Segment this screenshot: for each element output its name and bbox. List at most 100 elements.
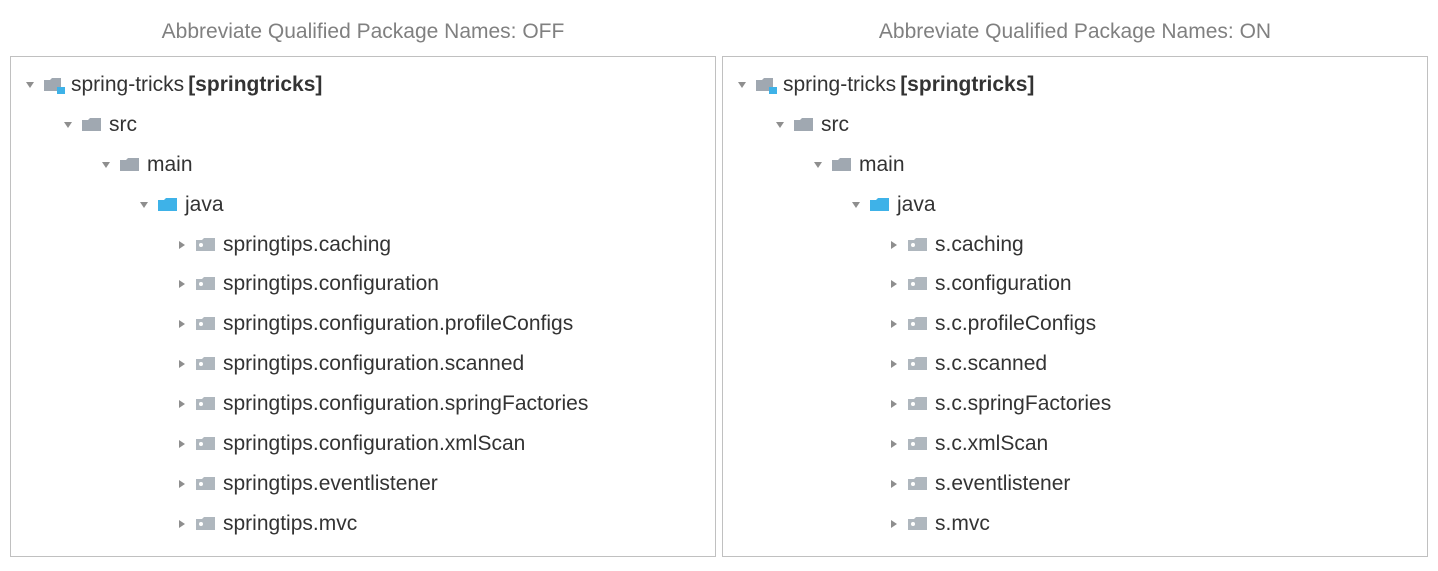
chevron-right-icon[interactable] [173, 315, 191, 333]
chevron-down-icon[interactable] [21, 76, 39, 94]
tree-node-label: main [859, 145, 905, 185]
chevron-right-icon[interactable] [173, 475, 191, 493]
tree-row[interactable]: springtips.configuration.scanned [21, 344, 705, 384]
package-icon [195, 315, 217, 333]
chevron-down-icon[interactable] [847, 196, 865, 214]
folder-icon [119, 156, 141, 174]
tree-row[interactable]: s.mvc [733, 504, 1417, 544]
tree-node-label: s.c.springFactories [935, 384, 1111, 424]
chevron-down-icon[interactable] [59, 116, 77, 134]
module-icon [43, 76, 65, 94]
chevron-right-icon[interactable] [173, 275, 191, 293]
tree-node-label: src [109, 105, 137, 145]
chevron-right-icon[interactable] [885, 515, 903, 533]
package-icon [195, 515, 217, 533]
tree-node-label: java [897, 185, 936, 225]
chevron-right-icon[interactable] [173, 355, 191, 373]
tree-node-label: java [185, 185, 224, 225]
package-icon [195, 355, 217, 373]
tree-row[interactable]: main [733, 145, 1417, 185]
tree-node-suffix: [springtricks] [188, 65, 322, 105]
tree-row[interactable]: springtips.configuration.xmlScan [21, 424, 705, 464]
tree-node-label: springtips.eventlistener [223, 464, 438, 504]
chevron-down-icon[interactable] [97, 156, 115, 174]
tree-node-label: s.eventlistener [935, 464, 1070, 504]
chevron-down-icon[interactable] [733, 76, 751, 94]
tree-row[interactable]: springtips.caching [21, 225, 705, 265]
package-icon [195, 395, 217, 413]
package-icon [907, 435, 929, 453]
panel-title: Abbreviate Qualified Package Names: ON [722, 10, 1428, 56]
package-icon [195, 236, 217, 254]
tree-row[interactable]: s.eventlistener [733, 464, 1417, 504]
tree-row[interactable]: s.c.springFactories [733, 384, 1417, 424]
panel-wrapper: Abbreviate Qualified Package Names: OFF … [10, 10, 716, 557]
tree-row[interactable]: springtips.configuration.springFactories [21, 384, 705, 424]
tree-node-label: springtips.caching [223, 225, 391, 265]
package-icon [195, 435, 217, 453]
tree-node-label: s.c.profileConfigs [935, 304, 1096, 344]
folder-icon [81, 116, 103, 134]
tree-row[interactable]: springtips.mvc [21, 504, 705, 544]
chevron-down-icon[interactable] [771, 116, 789, 134]
tree-row[interactable]: java [733, 185, 1417, 225]
chevron-down-icon[interactable] [135, 196, 153, 214]
chevron-right-icon[interactable] [885, 275, 903, 293]
chevron-right-icon[interactable] [173, 435, 191, 453]
tree-node-label: s.caching [935, 225, 1024, 265]
package-icon [907, 236, 929, 254]
tree-node-label: s.c.scanned [935, 344, 1047, 384]
package-icon [195, 475, 217, 493]
tree-node-label: springtips.configuration.profileConfigs [223, 304, 573, 344]
chevron-right-icon[interactable] [885, 236, 903, 254]
tree-row[interactable]: java [21, 185, 705, 225]
tree-row[interactable]: springtips.configuration.profileConfigs [21, 304, 705, 344]
chevron-right-icon[interactable] [173, 395, 191, 413]
tree-row[interactable]: s.c.profileConfigs [733, 304, 1417, 344]
tree-node-label: springtips.configuration [223, 264, 439, 304]
tree-row[interactable]: springtips.eventlistener [21, 464, 705, 504]
tree-node-label: spring-tricks [783, 65, 896, 105]
chevron-right-icon[interactable] [885, 315, 903, 333]
tree-node-label: main [147, 145, 193, 185]
tree-node-label: src [821, 105, 849, 145]
tree-node-label: s.mvc [935, 504, 990, 544]
tree-row[interactable]: spring-tricks[springtricks] [21, 65, 705, 105]
tree-node-label: springtips.configuration.xmlScan [223, 424, 525, 464]
package-icon [195, 275, 217, 293]
tree-node-suffix: [springtricks] [900, 65, 1034, 105]
tree-node-label: springtips.configuration.springFactories [223, 384, 588, 424]
chevron-right-icon[interactable] [885, 355, 903, 373]
tree-row[interactable]: src [733, 105, 1417, 145]
panel-title: Abbreviate Qualified Package Names: OFF [10, 10, 716, 56]
tree-row[interactable]: main [21, 145, 705, 185]
project-tree-panel: spring-tricks[springtricks] src main jav… [10, 56, 716, 557]
tree-row[interactable]: springtips.configuration [21, 264, 705, 304]
tree-node-label: springtips.mvc [223, 504, 357, 544]
tree-row[interactable]: spring-tricks[springtricks] [733, 65, 1417, 105]
package-icon [907, 315, 929, 333]
tree-row[interactable]: s.caching [733, 225, 1417, 265]
chevron-down-icon[interactable] [809, 156, 827, 174]
source-folder-icon [157, 196, 179, 214]
chevron-right-icon[interactable] [173, 236, 191, 254]
module-icon [755, 76, 777, 94]
panel-wrapper: Abbreviate Qualified Package Names: ON s… [722, 10, 1428, 557]
tree-node-label: s.c.xmlScan [935, 424, 1048, 464]
tree-node-label: s.configuration [935, 264, 1072, 304]
chevron-right-icon[interactable] [173, 515, 191, 533]
tree-node-label: spring-tricks [71, 65, 184, 105]
tree-row[interactable]: src [21, 105, 705, 145]
chevron-right-icon[interactable] [885, 475, 903, 493]
package-icon [907, 475, 929, 493]
folder-icon [831, 156, 853, 174]
package-icon [907, 275, 929, 293]
folder-icon [793, 116, 815, 134]
tree-row[interactable]: s.configuration [733, 264, 1417, 304]
chevron-right-icon[interactable] [885, 435, 903, 453]
tree-row[interactable]: s.c.xmlScan [733, 424, 1417, 464]
package-icon [907, 355, 929, 373]
project-tree-panel: spring-tricks[springtricks] src main jav… [722, 56, 1428, 557]
chevron-right-icon[interactable] [885, 395, 903, 413]
tree-row[interactable]: s.c.scanned [733, 344, 1417, 384]
